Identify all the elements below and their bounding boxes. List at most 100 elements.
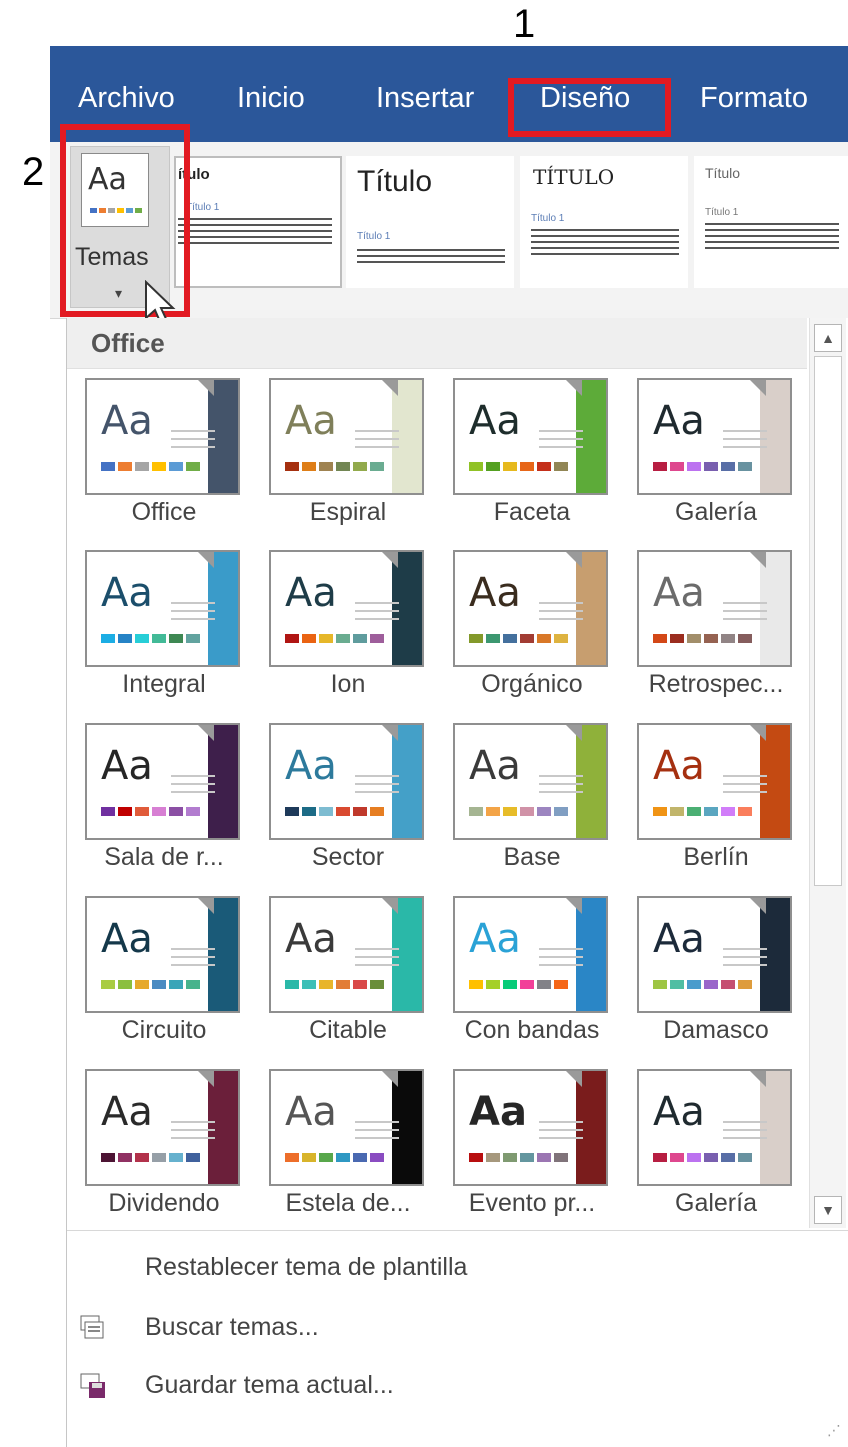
scroll-thumb[interactable]	[814, 356, 842, 886]
style-preview-text-lines	[531, 229, 679, 259]
theme-item[interactable]: Aa Espiral	[269, 378, 429, 538]
theme-item[interactable]: Aa Ion	[269, 550, 429, 710]
color-swatch	[101, 462, 115, 471]
color-swatch	[653, 980, 667, 989]
color-swatch	[537, 462, 551, 471]
theme-item[interactable]: Aa Faceta	[453, 378, 613, 538]
theme-item[interactable]: Aa Integral	[85, 550, 245, 710]
color-swatch	[721, 634, 735, 643]
browse-themes-menu-item[interactable]: Buscar temas...	[145, 1313, 319, 1342]
theme-text-lines	[171, 1121, 215, 1145]
theme-text-lines	[539, 948, 583, 972]
theme-font-sample: Aa	[101, 570, 153, 616]
color-swatch	[537, 807, 551, 816]
page-fold-icon	[750, 725, 766, 741]
style-preview-4[interactable]: Título Título 1	[694, 156, 848, 288]
color-swatch	[653, 1153, 667, 1162]
page-fold-icon	[198, 725, 214, 741]
theme-item[interactable]: Aa Damasco	[637, 896, 797, 1056]
color-swatch	[118, 462, 132, 471]
color-swatch	[285, 634, 299, 643]
tab-formato[interactable]: Formato	[700, 82, 808, 115]
color-swatch	[319, 634, 333, 643]
color-swatch	[687, 634, 701, 643]
theme-item[interactable]: Aa Evento pr...	[453, 1069, 613, 1229]
theme-text-lines	[539, 602, 583, 626]
step-number-1: 1	[513, 2, 536, 46]
reset-theme-menu-item[interactable]: Restablecer tema de plantilla	[145, 1253, 467, 1282]
theme-font-sample: Aa	[469, 398, 521, 444]
scroll-up-icon[interactable]: ▲	[814, 324, 842, 352]
theme-item[interactable]: Aa Citable	[269, 896, 429, 1056]
theme-color-swatches	[653, 634, 752, 643]
color-swatch	[152, 1153, 166, 1162]
save-theme-menu-item[interactable]: Guardar tema actual...	[145, 1371, 394, 1400]
theme-text-lines	[355, 948, 399, 972]
theme-item[interactable]: Aa Orgánico	[453, 550, 613, 710]
style-preview-title: TÍTULO	[533, 165, 615, 189]
color-swatch	[336, 634, 350, 643]
theme-item[interactable]: Aa Dividendo	[85, 1069, 245, 1229]
color-swatch	[370, 462, 384, 471]
color-swatch	[319, 1153, 333, 1162]
theme-item[interactable]: Aa Sector	[269, 723, 429, 883]
theme-font-sample: Aa	[285, 916, 337, 962]
tab-archivo[interactable]: Archivo	[78, 82, 175, 115]
resize-grip-icon[interactable]: ⋰	[827, 1422, 841, 1439]
theme-thumbnail: Aa	[637, 378, 792, 495]
themes-dropdown: Office ▲ ▼ Aa Office Aa Espiral Aa Faceta Aa Ga…	[66, 318, 848, 1447]
theme-color-swatches	[469, 980, 568, 989]
theme-thumbnail: Aa	[85, 378, 240, 495]
style-preview-2[interactable]: Título Título 1	[346, 156, 514, 288]
color-swatch	[721, 462, 735, 471]
style-preview-text-lines	[357, 249, 505, 267]
theme-thumbnail: Aa	[85, 1069, 240, 1186]
theme-thumbnail: Aa	[269, 1069, 424, 1186]
color-swatch	[554, 1153, 568, 1162]
style-preview-title: Título	[705, 165, 741, 181]
page-fold-icon	[566, 380, 582, 396]
theme-font-sample: Aa	[285, 1089, 337, 1135]
style-preview-1[interactable]: ítulo Título 1	[174, 156, 342, 288]
theme-item[interactable]: Aa Estela de...	[269, 1069, 429, 1229]
theme-color-swatches	[101, 462, 200, 471]
theme-item[interactable]: Aa Galería	[637, 378, 797, 538]
theme-item[interactable]: Aa Con bandas	[453, 896, 613, 1056]
color-swatch	[135, 1153, 149, 1162]
theme-item[interactable]: Aa Base	[453, 723, 613, 883]
theme-font-sample: Aa	[653, 570, 705, 616]
theme-color-swatches	[101, 634, 200, 643]
color-swatch	[653, 462, 667, 471]
style-preview-3[interactable]: TÍTULO Título 1	[520, 156, 688, 288]
color-swatch	[118, 1153, 132, 1162]
theme-item[interactable]: Aa Berlín	[637, 723, 797, 883]
color-swatch	[503, 1153, 517, 1162]
tab-insertar[interactable]: Insertar	[376, 82, 474, 115]
scroll-down-icon[interactable]: ▼	[814, 1196, 842, 1224]
color-swatch	[186, 807, 200, 816]
theme-item[interactable]: Aa Circuito	[85, 896, 245, 1056]
theme-item[interactable]: Aa Office	[85, 378, 245, 538]
color-swatch	[152, 634, 166, 643]
theme-thumbnail: Aa	[85, 723, 240, 840]
theme-color-swatches	[285, 980, 384, 989]
scrollbar[interactable]: ▲ ▼	[809, 318, 846, 1228]
theme-item[interactable]: Aa Galería	[637, 1069, 797, 1229]
color-swatch	[721, 807, 735, 816]
theme-color-swatches	[653, 980, 752, 989]
theme-name-label: Circuito	[121, 1016, 207, 1044]
theme-thumbnail: Aa	[269, 550, 424, 667]
color-swatch	[486, 634, 500, 643]
theme-font-sample: Aa	[653, 743, 705, 789]
theme-name-label: Evento pr...	[468, 1189, 596, 1217]
save-theme-icon	[80, 1373, 105, 1398]
color-swatch	[336, 462, 350, 471]
color-swatch	[336, 980, 350, 989]
theme-item[interactable]: Aa Retrospec...	[637, 550, 797, 710]
page-fold-icon	[198, 552, 214, 568]
tab-inicio[interactable]: Inicio	[237, 82, 305, 115]
theme-item[interactable]: Aa Sala de r...	[85, 723, 245, 883]
color-swatch	[285, 980, 299, 989]
highlight-box-diseno	[508, 78, 671, 137]
page-fold-icon	[750, 552, 766, 568]
